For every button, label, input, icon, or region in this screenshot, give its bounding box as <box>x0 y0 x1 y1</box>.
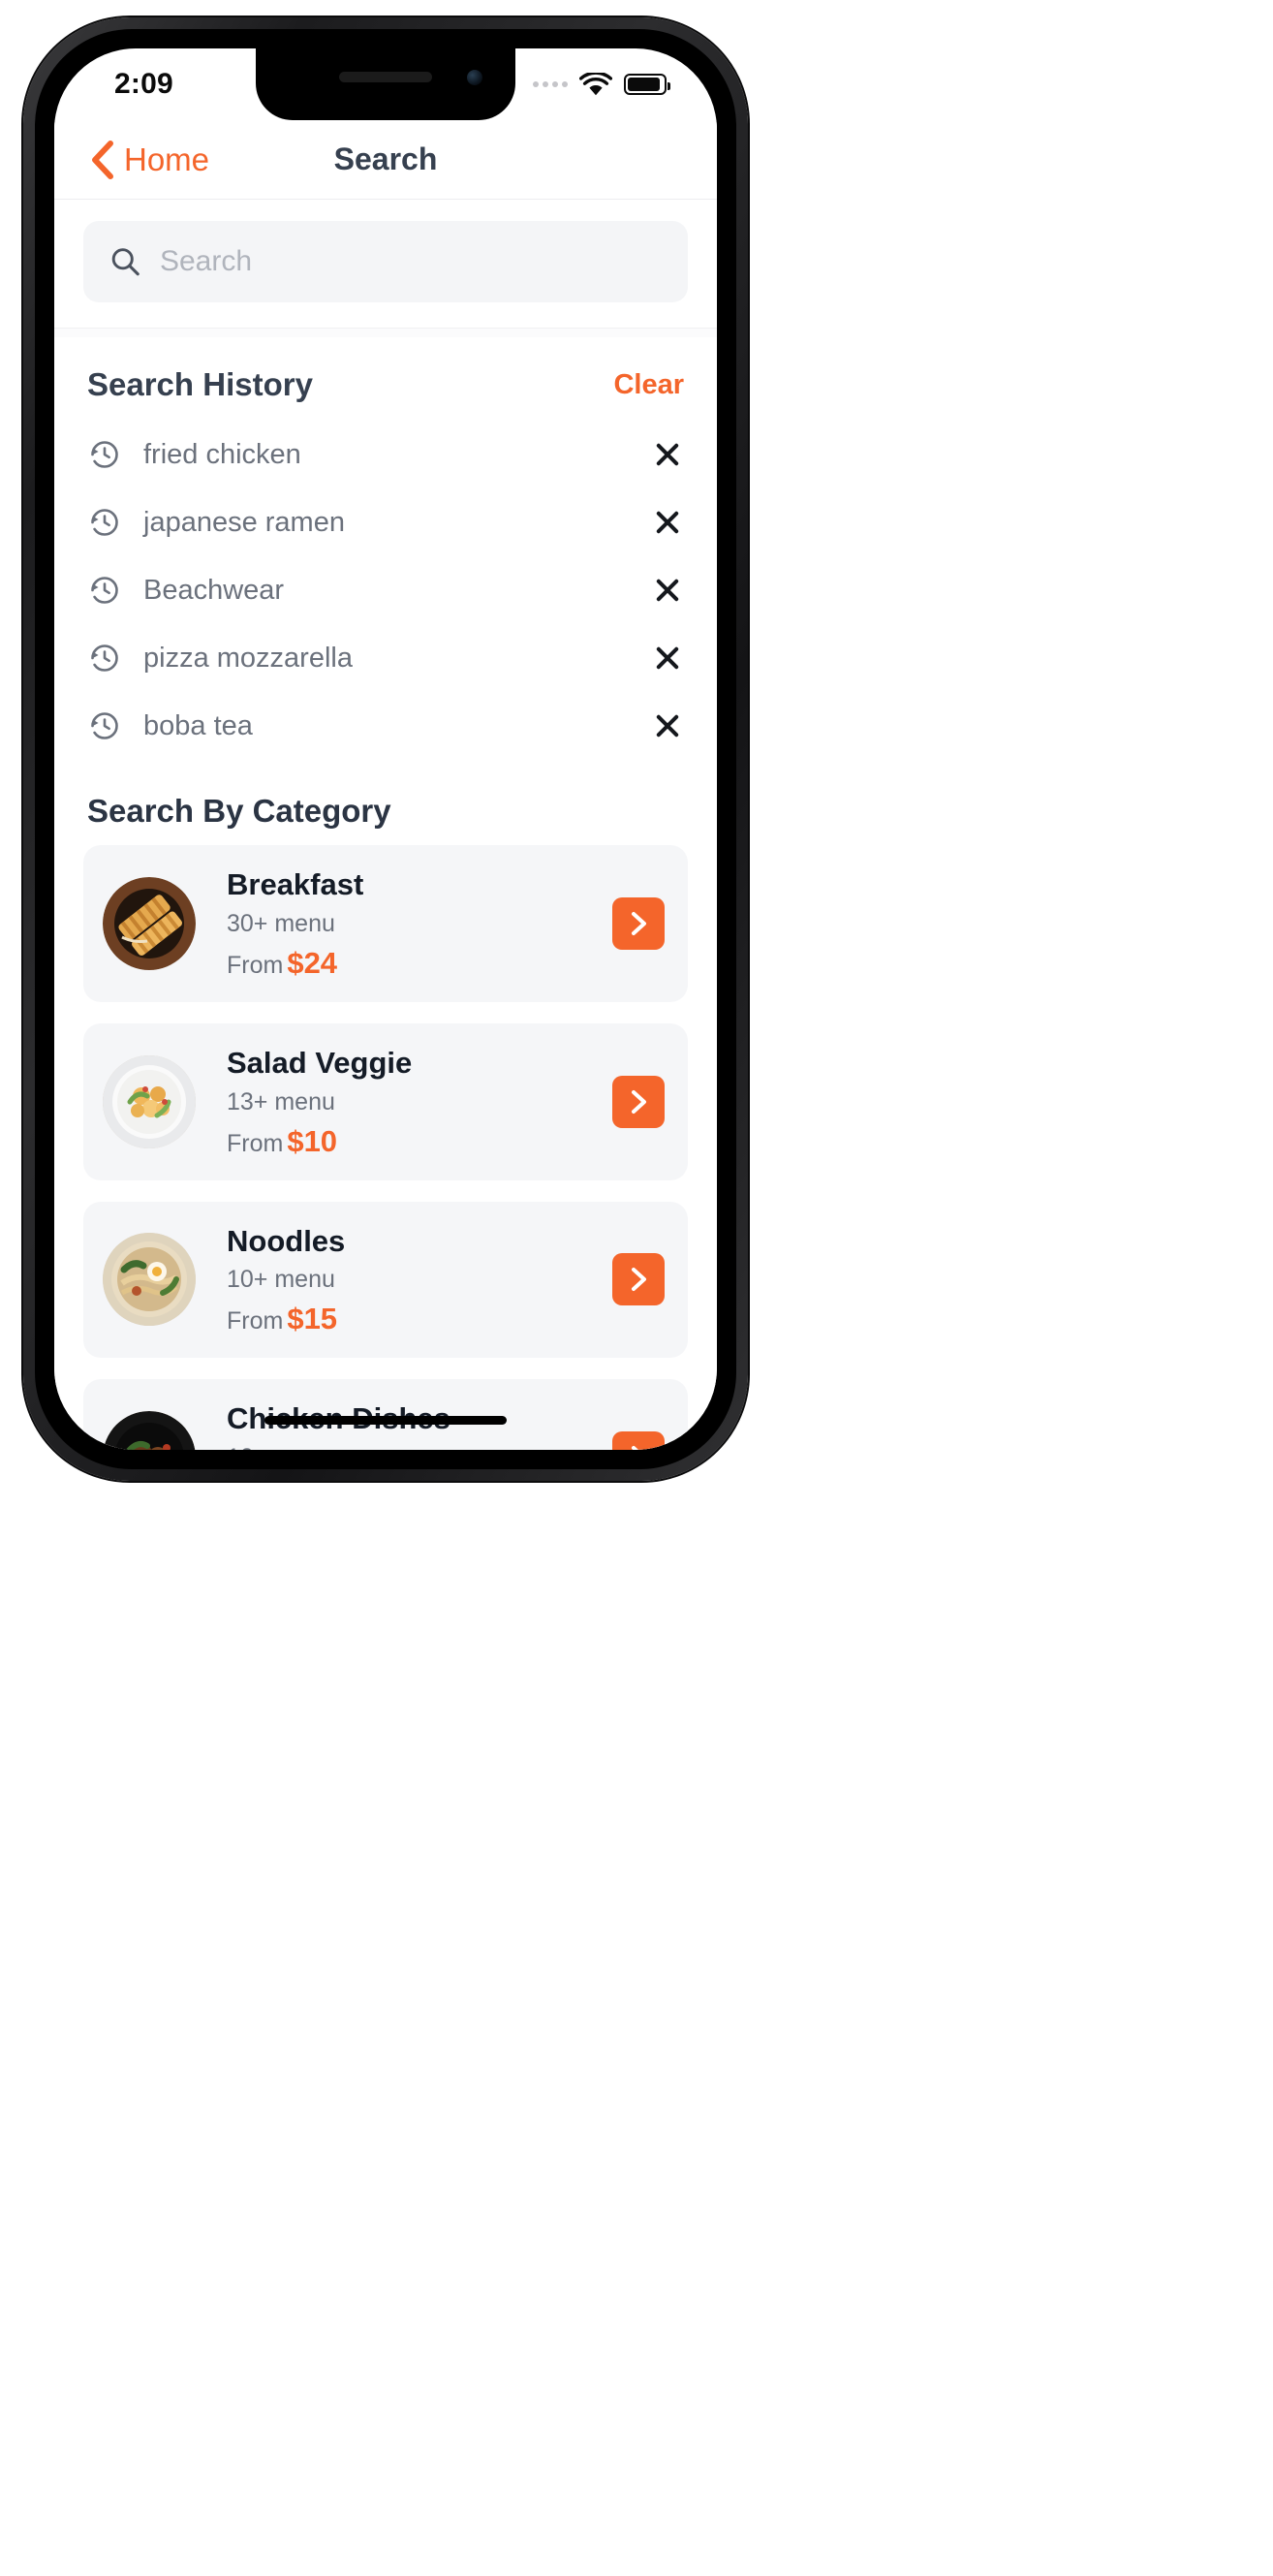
phone-screen: 2:09 Home Search Search Search History C… <box>54 48 717 1450</box>
close-icon[interactable] <box>651 574 684 607</box>
category-thumbnail <box>103 876 196 970</box>
category-card-salad-veggie[interactable]: Salad Veggie 13+ menu From $10 <box>83 1022 688 1180</box>
category-info: Chicken Dishes 10+ menu From$7 <box>209 1400 599 1450</box>
main-content: Search History Clear fried chicken japan… <box>54 337 717 1450</box>
category-go-button[interactable] <box>612 1253 665 1306</box>
history-item-label: fried chicken <box>143 438 301 470</box>
history-item[interactable]: Beachwear <box>83 556 688 624</box>
chevron-left-icon <box>92 140 113 179</box>
search-box[interactable] <box>83 221 688 302</box>
history-item[interactable]: boba tea <box>83 692 688 760</box>
price-value: $10 <box>287 1123 338 1158</box>
history-item[interactable]: japanese ramen <box>83 488 688 556</box>
signal-dots-icon <box>533 81 568 87</box>
chevron-right-icon <box>632 1089 646 1114</box>
price-value: $15 <box>287 1302 338 1336</box>
category-menu-count: 13+ menu <box>227 1087 335 1115</box>
category-list: Breakfast 30+ menu From $24 Salad Veggie… <box>83 845 688 1450</box>
history-item[interactable]: fried chicken <box>83 421 688 488</box>
history-item-label: japanese ramen <box>143 506 345 538</box>
category-go-button[interactable] <box>612 1431 665 1450</box>
history-item-label: pizza mozzarella <box>143 642 353 674</box>
chevron-right-icon <box>632 1268 646 1292</box>
category-card-noodles[interactable]: Noodles 10+ menu From $15 <box>83 1201 688 1359</box>
phone-bezel: 2:09 Home Search Search Search History C… <box>35 29 736 1469</box>
close-icon[interactable] <box>651 506 684 539</box>
section-divider <box>54 328 717 337</box>
clear-history-button[interactable]: Clear <box>613 369 684 401</box>
status-icons <box>533 72 670 97</box>
category-price: From $10 <box>227 1124 599 1159</box>
category-go-button[interactable] <box>612 1075 665 1128</box>
home-indicator[interactable] <box>264 1416 507 1425</box>
category-section-title: Search By Category <box>87 793 391 829</box>
search-icon <box>111 248 140 276</box>
history-item[interactable]: pizza mozzarella <box>83 624 688 692</box>
history-item-label: Beachwear <box>143 574 285 606</box>
history-item-label: boba tea <box>143 709 253 741</box>
battery-icon <box>624 74 670 95</box>
category-thumbnail <box>103 1233 196 1327</box>
back-button[interactable]: Home <box>89 140 209 180</box>
phone-frame: 2:09 Home Search Search Search History C… <box>23 17 748 1481</box>
history-clock-icon <box>91 577 118 604</box>
history-clock-icon <box>91 712 118 739</box>
category-info: Noodles 10+ menu From $15 <box>209 1223 599 1337</box>
search-section <box>54 200 717 328</box>
close-icon[interactable] <box>651 709 684 742</box>
chevron-right-icon <box>632 1446 639 1450</box>
category-info: Salad Veggie 13+ menu From $10 <box>209 1045 599 1159</box>
search-history-title: Search History <box>87 366 313 402</box>
category-card-breakfast[interactable]: Breakfast 30+ menu From $24 <box>83 845 688 1002</box>
from-label: From <box>227 1307 284 1335</box>
navigation-bar: Home Search <box>54 120 717 200</box>
search-input[interactable] <box>159 245 661 278</box>
category-menu-count: 30+ menu <box>227 909 335 937</box>
wifi-icon <box>579 72 612 95</box>
category-card-chicken-dishes[interactable]: Chicken Dishes 10+ menu From$7 <box>83 1379 688 1450</box>
category-thumbnail <box>103 1411 196 1450</box>
category-go-button[interactable] <box>612 896 665 950</box>
close-icon[interactable] <box>651 642 684 675</box>
search-history-list: fried chicken japanese ramen Beachwear p… <box>83 421 688 760</box>
category-price: From $15 <box>227 1302 599 1336</box>
status-bar: 2:09 <box>54 48 717 120</box>
status-time: 2:09 <box>114 68 173 100</box>
price-value: $24 <box>287 945 338 980</box>
history-clock-icon <box>91 644 118 672</box>
category-menu-count: 10+ menu <box>227 1444 599 1450</box>
from-label: From <box>227 1129 284 1157</box>
category-name: Salad Veggie <box>227 1045 413 1080</box>
close-icon[interactable] <box>651 438 684 471</box>
back-button-label: Home <box>124 141 210 177</box>
category-price: From $24 <box>227 946 599 981</box>
category-thumbnail <box>103 1054 196 1148</box>
search-history-header: Search History Clear <box>83 337 688 421</box>
category-menu-count: 10+ menu <box>227 1266 335 1294</box>
history-clock-icon <box>91 509 118 536</box>
category-name: Breakfast <box>227 867 364 901</box>
category-name: Noodles <box>227 1223 346 1258</box>
from-label: From <box>227 951 284 979</box>
history-clock-icon <box>91 441 118 468</box>
category-info: Breakfast 30+ menu From $24 <box>209 866 599 981</box>
screenshot-stage: 2:09 Home Search Search Search History C… <box>0 0 1273 2576</box>
chevron-right-icon <box>632 911 646 935</box>
